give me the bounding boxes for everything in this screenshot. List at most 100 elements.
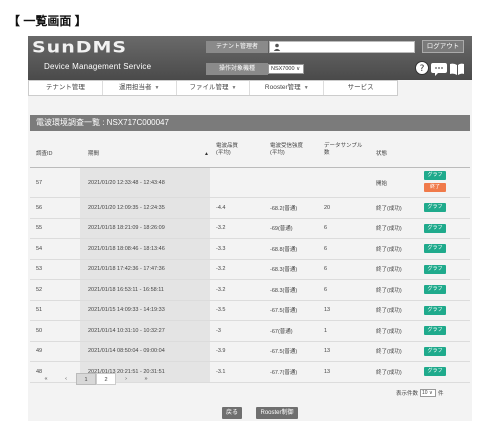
chat-icon[interactable] bbox=[431, 63, 447, 76]
cell-status: 終了(成功) bbox=[376, 308, 402, 315]
manual-book-icon[interactable] bbox=[450, 63, 464, 75]
table-row: 50 2021/01/14 10:31:10 - 10:32:27 -3 -67(普通… bbox=[30, 321, 470, 342]
table-row: 56 2021/01/20 12:09:35 - 12:24:35 -4.4 -68.… bbox=[30, 198, 470, 219]
tenant-admin-label: テナント管理者 bbox=[206, 41, 268, 53]
cell-status: 終了(成功) bbox=[376, 287, 402, 294]
nav-file-management[interactable]: ファイル管理 ▼ bbox=[177, 81, 251, 95]
graph-button[interactable]: グラフ bbox=[424, 346, 446, 356]
cell-status: 終了(成功) bbox=[376, 205, 402, 212]
table-row: 57 2021/01/20 12:33:48 - 12:43:48 開始 グラフ終了 bbox=[30, 168, 470, 198]
cell-id: 49 bbox=[36, 348, 43, 355]
nav-operators[interactable]: 運用担当者 ▼ bbox=[103, 81, 177, 95]
cell-avg-quality: -3.2 bbox=[216, 286, 226, 293]
logout-button[interactable]: ログアウト bbox=[422, 40, 464, 53]
header-icons: ? bbox=[415, 61, 464, 76]
rooster-control-button[interactable]: Rooster制御 bbox=[256, 407, 298, 419]
per-page-select[interactable]: 10 ∨ bbox=[420, 389, 437, 397]
page-2[interactable]: 2 bbox=[96, 373, 116, 385]
app-frame: SunDMS Device Management Service テナント管理者… bbox=[28, 36, 472, 421]
cell-avg-quality: -3.3 bbox=[216, 245, 226, 252]
table-row: 53 2021/01/18 17:42:36 - 17:47:36 -3.2 -68.… bbox=[30, 259, 470, 280]
cell-avg-rssi: -69(普通) bbox=[270, 226, 293, 233]
cell-avg-quality bbox=[216, 168, 266, 197]
device-type-select[interactable]: NSX7000 ∨ bbox=[268, 64, 304, 74]
cell-avg-quality: -3.2 bbox=[216, 225, 226, 232]
page-first[interactable]: « bbox=[36, 373, 56, 385]
main-nav: テナント管理 運用担当者 ▼ ファイル管理 ▼ Rooster管理 ▼ サービス bbox=[28, 80, 398, 96]
cell-avg-rssi: -67(普通) bbox=[270, 328, 293, 335]
graph-button[interactable]: グラフ bbox=[424, 326, 446, 336]
page-1[interactable]: 1 bbox=[76, 373, 96, 385]
cell-id: 54 bbox=[36, 245, 43, 252]
per-page-label: 表示件数 bbox=[396, 391, 419, 397]
cell-id: 55 bbox=[36, 225, 43, 232]
cell-status: 終了(成功) bbox=[376, 328, 402, 335]
app-subtitle: Device Management Service bbox=[44, 62, 152, 71]
cell-period: 2021/01/14 10:31:10 - 10:32:27 bbox=[80, 321, 210, 341]
cell-period: 2021/01/18 17:42:36 - 17:47:36 bbox=[80, 259, 210, 279]
cell-status: 終了(成功) bbox=[376, 226, 402, 233]
cell-avg-rssi: -67.5(普通) bbox=[270, 349, 298, 356]
cell-samples: 13 bbox=[324, 368, 331, 375]
cell-avg-rssi: -67.5(普通) bbox=[270, 308, 298, 315]
graph-button[interactable]: グラフ bbox=[424, 171, 446, 180]
page-prev[interactable]: ‹ bbox=[56, 373, 76, 385]
graph-button[interactable]: グラフ bbox=[424, 203, 446, 213]
survey-table: 調査ID 期間 ▲ 電波品質 (平均) 電波受信強度 (平均) データサンプル … bbox=[30, 139, 470, 383]
cell-status: 終了(成功) bbox=[376, 267, 402, 274]
cell-id: 51 bbox=[36, 307, 43, 314]
graph-button[interactable]: グラフ bbox=[424, 367, 446, 377]
page-title: 【 一覧画面 】 bbox=[8, 14, 87, 28]
table-header: 調査ID 期間 ▲ 電波品質 (平均) 電波受信強度 (平均) データサンプル … bbox=[30, 139, 470, 168]
cell-avg-rssi bbox=[270, 168, 320, 197]
table-row: 55 2021/01/18 18:21:09 - 18:26:09 -3.2 -69(… bbox=[30, 218, 470, 239]
chevron-down-icon: ▼ bbox=[231, 85, 237, 91]
graph-button[interactable]: グラフ bbox=[424, 305, 446, 315]
cell-avg-quality: -3.1 bbox=[216, 368, 226, 375]
graph-button[interactable]: グラフ bbox=[424, 223, 446, 233]
page-last[interactable]: » bbox=[136, 373, 156, 385]
cell-status: 終了(成功) bbox=[376, 246, 402, 253]
per-page-suffix: 件 bbox=[438, 391, 444, 397]
nav-services[interactable]: サービス bbox=[324, 81, 397, 95]
help-icon[interactable]: ? bbox=[415, 61, 429, 75]
pagination: « ‹ 1 2 › » bbox=[36, 373, 156, 385]
stop-button[interactable]: 終了 bbox=[424, 183, 446, 192]
col-header-id[interactable]: 調査ID bbox=[36, 151, 53, 158]
cell-samples: 13 bbox=[324, 307, 331, 314]
graph-button[interactable]: グラフ bbox=[424, 285, 446, 295]
table-row: 52 2021/01/18 16:53:11 - 16:58:11 -3.2 -68.… bbox=[30, 280, 470, 301]
graph-button[interactable]: グラフ bbox=[424, 264, 446, 274]
cell-samples: 6 bbox=[324, 225, 328, 232]
col-header-samples[interactable]: データサンプル 数 bbox=[324, 143, 362, 157]
nav-tenant-management[interactable]: テナント管理 bbox=[29, 81, 103, 95]
table-body: 57 2021/01/20 12:33:48 - 12:43:48 開始 グラフ 終了 5… bbox=[30, 168, 470, 383]
graph-button[interactable]: グラフ bbox=[424, 244, 446, 254]
cell-samples: 6 bbox=[324, 286, 328, 293]
cell-id: 53 bbox=[36, 266, 43, 273]
cell-status: 終了(成功) bbox=[376, 369, 402, 376]
cell-period: 2021/01/14 08:50:04 - 09:00:04 bbox=[80, 341, 210, 361]
nav-rooster-management[interactable]: Rooster管理 ▼ bbox=[250, 81, 325, 95]
cell-samples bbox=[324, 168, 364, 197]
cell-avg-rssi: -68.3(普通) bbox=[270, 287, 298, 294]
panel-title: 電波環境調査一覧 : NSX717C000047 bbox=[30, 115, 470, 131]
cell-status: 終了(成功) bbox=[376, 349, 402, 356]
cell-status: 開始 bbox=[376, 180, 388, 187]
user-field[interactable] bbox=[269, 41, 415, 53]
col-header-status[interactable]: 状態 bbox=[376, 151, 387, 158]
col-header-period[interactable]: 期間 bbox=[88, 151, 99, 158]
sort-asc-icon[interactable]: ▲ bbox=[204, 151, 209, 157]
cell-samples: 1 bbox=[324, 327, 328, 334]
col-header-avg-rssi[interactable]: 電波受信強度 (平均) bbox=[270, 143, 303, 157]
cell-samples: 20 bbox=[324, 204, 331, 211]
back-button[interactable]: 戻る bbox=[222, 407, 242, 419]
cell-samples: 6 bbox=[324, 245, 328, 252]
col-header-avg-quality[interactable]: 電波品質 (平均) bbox=[216, 143, 238, 157]
cell-period: 2021/01/20 12:33:48 - 12:43:48 bbox=[80, 168, 210, 197]
cell-period: 2021/01/15 14:09:33 - 14:19:33 bbox=[80, 300, 210, 320]
page-next[interactable]: › bbox=[116, 373, 136, 385]
cell-id: 50 bbox=[36, 327, 43, 334]
cell-id: 57 bbox=[36, 179, 43, 186]
cell-id: 56 bbox=[36, 204, 43, 211]
